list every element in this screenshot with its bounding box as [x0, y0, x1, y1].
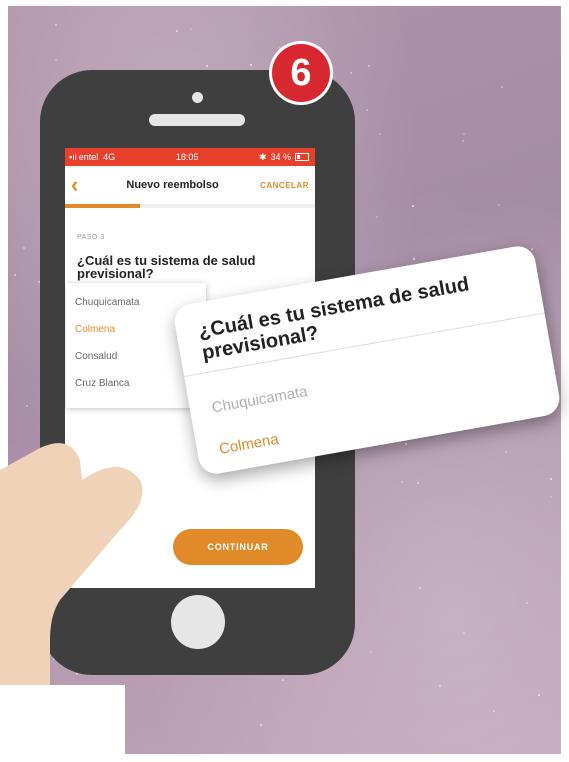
sparkle — [350, 71, 353, 74]
sparkle — [549, 478, 552, 481]
sparkle — [400, 480, 403, 483]
front-camera — [192, 92, 203, 103]
page-title: Nuevo reembolso — [126, 179, 219, 191]
sparkle — [462, 631, 465, 634]
sparkle — [279, 46, 282, 49]
sparkle — [378, 132, 381, 135]
progress-bar-fill — [65, 204, 140, 208]
sparkle — [55, 58, 58, 61]
bluetooth-icon: ✱ — [258, 151, 267, 162]
sparkle — [537, 693, 540, 696]
sparkle — [281, 678, 284, 681]
signal-icon: ▪ıl — [69, 152, 77, 162]
sparkle — [549, 495, 552, 498]
earpiece-speaker — [149, 114, 245, 126]
network-type: 4G — [103, 152, 116, 162]
sparkle — [439, 684, 442, 687]
sparkle — [412, 257, 415, 260]
status-time: 18:05 — [175, 152, 199, 162]
zoomed-option-selected: Colmena — [217, 430, 280, 458]
sparkle — [249, 63, 252, 66]
cancel-button[interactable]: CANCELAR — [260, 181, 309, 190]
progress-bar — [65, 204, 315, 208]
sparkle — [205, 65, 208, 68]
sleeve — [0, 685, 125, 762]
battery-percent: 34 % — [270, 152, 291, 162]
status-bar: ▪ıl entel 4G 18:05 ✱ 34 % — [65, 148, 315, 166]
battery-icon — [295, 153, 309, 161]
sparkle — [365, 108, 368, 111]
continue-button[interactable]: CONTINUAR — [173, 529, 303, 565]
sparkle — [376, 215, 379, 218]
sparkle — [500, 85, 503, 88]
sparkle — [175, 29, 178, 32]
sparkle — [259, 723, 262, 726]
carrier-name: entel — [78, 152, 99, 162]
home-button[interactable] — [171, 595, 225, 649]
zoomed-option: Chuquicamata — [210, 382, 309, 417]
sparkle — [525, 601, 528, 604]
step-number-badge: 6 — [272, 44, 330, 102]
nav-bar: ‹ Nuevo reembolso CANCELAR — [65, 166, 315, 204]
sparkle — [54, 23, 57, 26]
question-title: ¿Cuál es tu sistema de salud previsional… — [77, 253, 256, 281]
sparkle — [462, 132, 465, 135]
step-label: PASO 3 — [77, 234, 105, 241]
back-chevron-icon[interactable]: ‹ — [71, 172, 85, 198]
hand-illustration — [0, 443, 143, 762]
